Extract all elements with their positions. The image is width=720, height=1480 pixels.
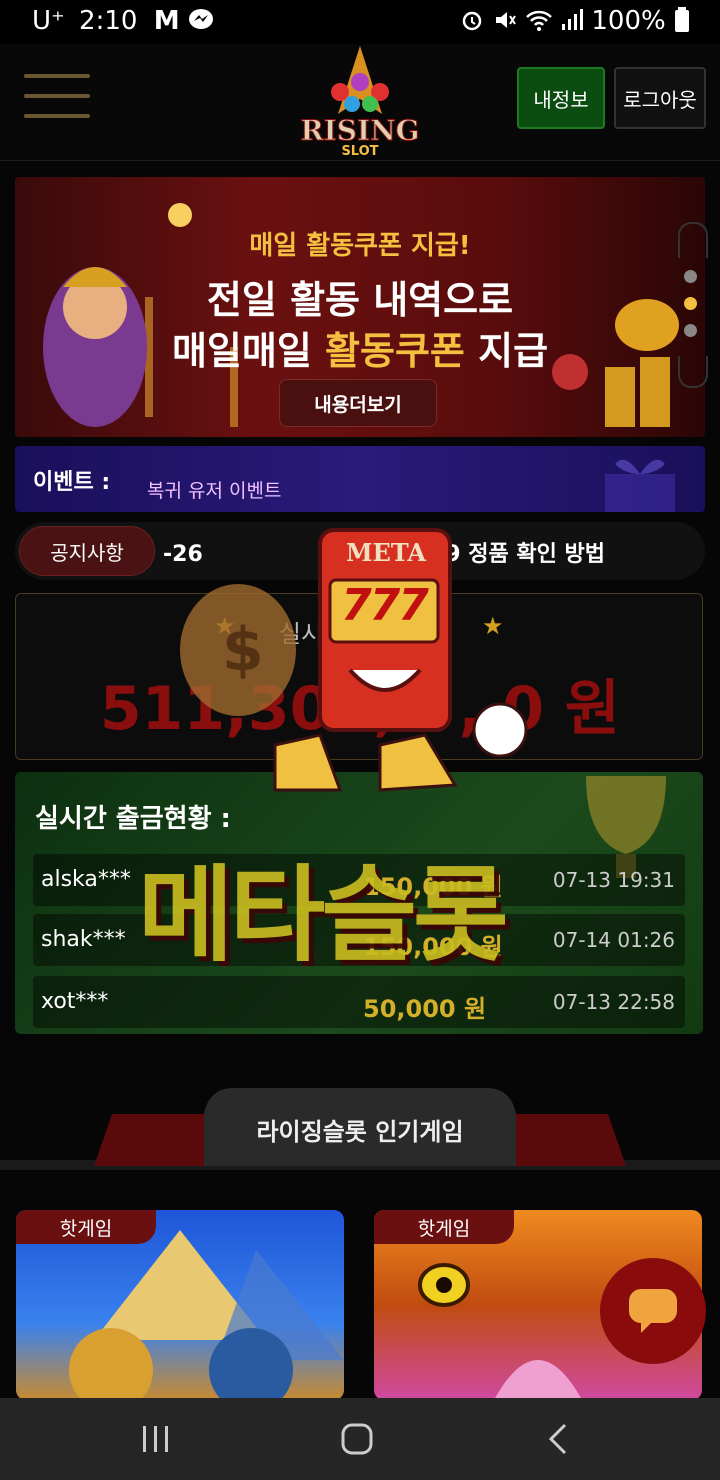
status-bar: U⁺ 2:10 M 100% [0, 0, 720, 44]
event-bar[interactable]: 이벤트 : 복귀 유저 이벤트 [15, 446, 705, 512]
back-icon[interactable] [546, 1422, 570, 1456]
banner-headline-2-a: 매일매일 [171, 329, 326, 373]
mascot-digits: 777 [341, 580, 429, 631]
mascot-label: META [345, 538, 427, 567]
game-card[interactable]: 핫게임 [16, 1210, 344, 1400]
logout-button[interactable]: 로그아웃 [614, 67, 706, 129]
home-icon[interactable] [340, 1422, 374, 1456]
withdraw-date: 07-13 22:58 [552, 990, 675, 1014]
banner-dot-2[interactable] [683, 297, 697, 310]
carrier-label: U⁺ [32, 6, 65, 36]
svg-text:$: $ [222, 615, 264, 685]
withdraw-date: 07-13 19:31 [552, 868, 675, 892]
battery-percent: 100% [591, 6, 666, 36]
event-label: 이벤트 : [33, 470, 111, 495]
hot-game-badge: 핫게임 [16, 1210, 156, 1244]
system-nav-bar [0, 1398, 720, 1480]
banner-dot-1[interactable] [683, 270, 697, 283]
gift-icon [605, 459, 675, 512]
gmail-icon: M [153, 6, 180, 36]
banner-scroll-down[interactable] [678, 356, 708, 388]
hamburger-icon[interactable] [24, 74, 90, 134]
hot-game-badge: 핫게임 [374, 1210, 514, 1244]
status-left: U⁺ 2:10 M [32, 6, 214, 36]
withdraw-date: 07-14 01:26 [552, 928, 675, 952]
withdraw-row: xot*** 50,000 원 07-13 22:58 [33, 976, 685, 1028]
messenger-icon [188, 9, 213, 29]
logo-text: RISING [300, 114, 420, 148]
withdraw-user: xot*** [41, 989, 109, 1014]
recent-apps-icon[interactable] [140, 1424, 172, 1454]
banner-headline-2: 매일매일 활동쿠폰 지급 [15, 320, 705, 375]
signal-icon [562, 9, 584, 30]
banner-subtitle: 매일 활동쿠폰 지급! [249, 231, 471, 261]
notice-label[interactable]: 공지사항 [19, 526, 155, 576]
clock: 2:10 [79, 6, 138, 36]
banner-more-button[interactable]: 내용더보기 [279, 379, 437, 427]
banner-pagination [680, 270, 700, 351]
logo-subtext: SLOT [341, 144, 379, 159]
banner-headline-1: 전일 활동 내역으로 [206, 278, 514, 322]
top-header: RISING SLOT 내정보 로그아웃 [0, 44, 720, 161]
status-right: 100% [460, 6, 690, 36]
withdraw-user: alska*** [41, 867, 131, 892]
popular-games-title: 라이징슬롯 인기게임 [256, 1118, 464, 1146]
chat-button[interactable] [600, 1258, 706, 1364]
watermark-mascot: $ META 777 [180, 520, 540, 810]
wifi-icon [525, 10, 552, 31]
banner-headline-2-highlight: 활동쿠폰 [325, 329, 465, 373]
watermark-text: 메타슬롯 [138, 854, 509, 976]
banner-dot-3[interactable] [683, 324, 697, 337]
chat-bubble-icon [629, 1289, 677, 1333]
mute-icon [495, 12, 516, 28]
banner-headline-2-b: 지급 [464, 329, 549, 373]
site-logo[interactable]: RISING SLOT [290, 44, 430, 160]
promo-banner[interactable]: 매일 활동쿠폰 지급! 전일 활동 내역으로 매일매일 활동쿠폰 지급 내용더보… [15, 177, 705, 437]
withdraw-amount: 50,000 원 [363, 995, 487, 1023]
event-value[interactable]: 복귀 유저 이벤트 [147, 476, 281, 503]
banner-scroll-up[interactable] [678, 222, 708, 258]
mypage-button[interactable]: 내정보 [517, 67, 605, 129]
alarm-icon [463, 11, 482, 31]
battery-icon [675, 7, 689, 32]
withdraw-user: shak*** [41, 927, 126, 952]
